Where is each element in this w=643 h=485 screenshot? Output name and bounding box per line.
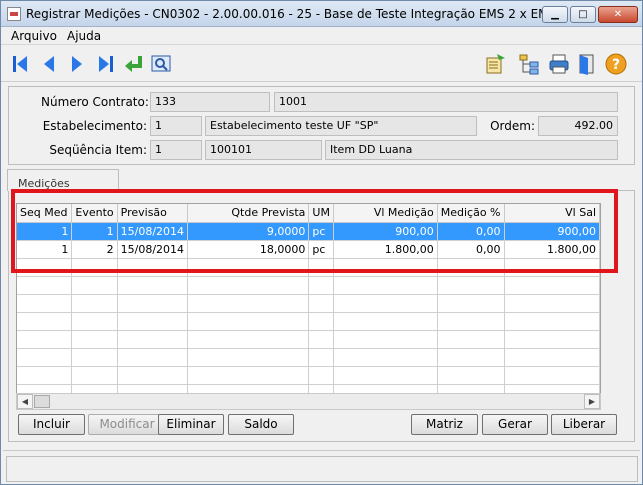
empty-row xyxy=(17,366,600,385)
contrato-description-field[interactable]: 1001 xyxy=(274,92,618,112)
menu-bar: Arquivo Ajuda xyxy=(1,27,642,45)
app-window: Registrar Medições - CN0302 - 2.00.00.01… xyxy=(0,0,643,485)
grid-horizontal-scrollbar[interactable]: ◀ ▶ xyxy=(16,393,601,410)
prev-icon xyxy=(44,56,54,72)
numero-contrato-label: Número Contrato: xyxy=(41,95,149,109)
saldo-button[interactable]: Saldo xyxy=(228,414,294,435)
search-icon xyxy=(151,55,171,72)
menu-arquivo[interactable]: Arquivo xyxy=(11,29,57,43)
title-bar: Registrar Medições - CN0302 - 2.00.00.01… xyxy=(1,1,642,27)
empty-row xyxy=(17,294,600,313)
last-record-button[interactable] xyxy=(93,52,117,76)
empty-row xyxy=(17,312,600,331)
report-icon xyxy=(486,54,505,74)
liberar-button[interactable]: Liberar xyxy=(551,414,617,435)
estabelecimento-code-field[interactable]: 1 xyxy=(150,116,202,136)
scroll-thumb[interactable] xyxy=(34,395,50,408)
ordem-label: Ordem: xyxy=(490,119,535,133)
scroll-left-icon[interactable]: ◀ xyxy=(17,394,33,409)
menu-ajuda[interactable]: Ajuda xyxy=(67,29,101,43)
app-icon xyxy=(7,7,21,21)
status-bar xyxy=(6,456,638,482)
svg-text:?: ? xyxy=(612,57,620,73)
modificar-button[interactable]: Modificar xyxy=(88,414,166,435)
scroll-right-icon[interactable]: ▶ xyxy=(584,394,600,409)
first-record-button[interactable] xyxy=(9,52,33,76)
next-icon xyxy=(72,56,82,72)
empty-row xyxy=(17,276,600,295)
sequencia-item-field[interactable]: 1 xyxy=(150,140,202,160)
maximize-button[interactable]: □ xyxy=(570,6,596,23)
incluir-button[interactable]: Incluir xyxy=(18,414,85,435)
ordem-field[interactable]: 492.00 xyxy=(538,116,618,136)
print-button[interactable] xyxy=(547,52,571,76)
highlight-annotation xyxy=(11,189,618,273)
sequencia-item-label: Seqüência Item: xyxy=(49,143,147,157)
item-description-field[interactable]: Item DD Luana xyxy=(325,140,618,160)
estabelecimento-name-field[interactable]: Estabelecimento teste UF "SP" xyxy=(205,116,477,136)
exit-icon xyxy=(579,54,594,75)
close-button[interactable]: ✕ xyxy=(598,6,638,23)
first-icon xyxy=(13,56,27,72)
tree-icon xyxy=(519,54,539,75)
help-button[interactable]: ? xyxy=(604,52,628,76)
last-icon xyxy=(99,56,113,72)
tab-medicoes[interactable]: Medições xyxy=(7,169,119,191)
item-code-field[interactable]: 100101 xyxy=(205,140,322,160)
previous-record-button[interactable] xyxy=(37,52,61,76)
eliminar-button[interactable]: Eliminar xyxy=(158,414,224,435)
print-icon xyxy=(549,54,569,74)
goto-button[interactable] xyxy=(121,52,145,76)
toolbar: ? xyxy=(1,46,642,82)
estabelecimento-label: Estabelecimento: xyxy=(42,119,147,133)
goto-icon xyxy=(125,56,142,72)
tree-button[interactable] xyxy=(517,52,541,76)
report-button[interactable] xyxy=(483,52,507,76)
divider xyxy=(3,450,640,451)
minimize-button[interactable]: ▁ xyxy=(542,6,568,23)
window-title: Registrar Medições - CN0302 - 2.00.00.01… xyxy=(26,7,568,21)
search-button[interactable] xyxy=(149,52,173,76)
next-record-button[interactable] xyxy=(65,52,89,76)
exit-button[interactable] xyxy=(575,52,599,76)
numero-contrato-field[interactable]: 133 xyxy=(150,92,270,112)
empty-row xyxy=(17,348,600,367)
help-icon: ? xyxy=(605,53,627,75)
empty-row xyxy=(17,330,600,349)
matriz-button[interactable]: Matriz xyxy=(411,414,478,435)
gerar-button[interactable]: Gerar xyxy=(482,414,548,435)
